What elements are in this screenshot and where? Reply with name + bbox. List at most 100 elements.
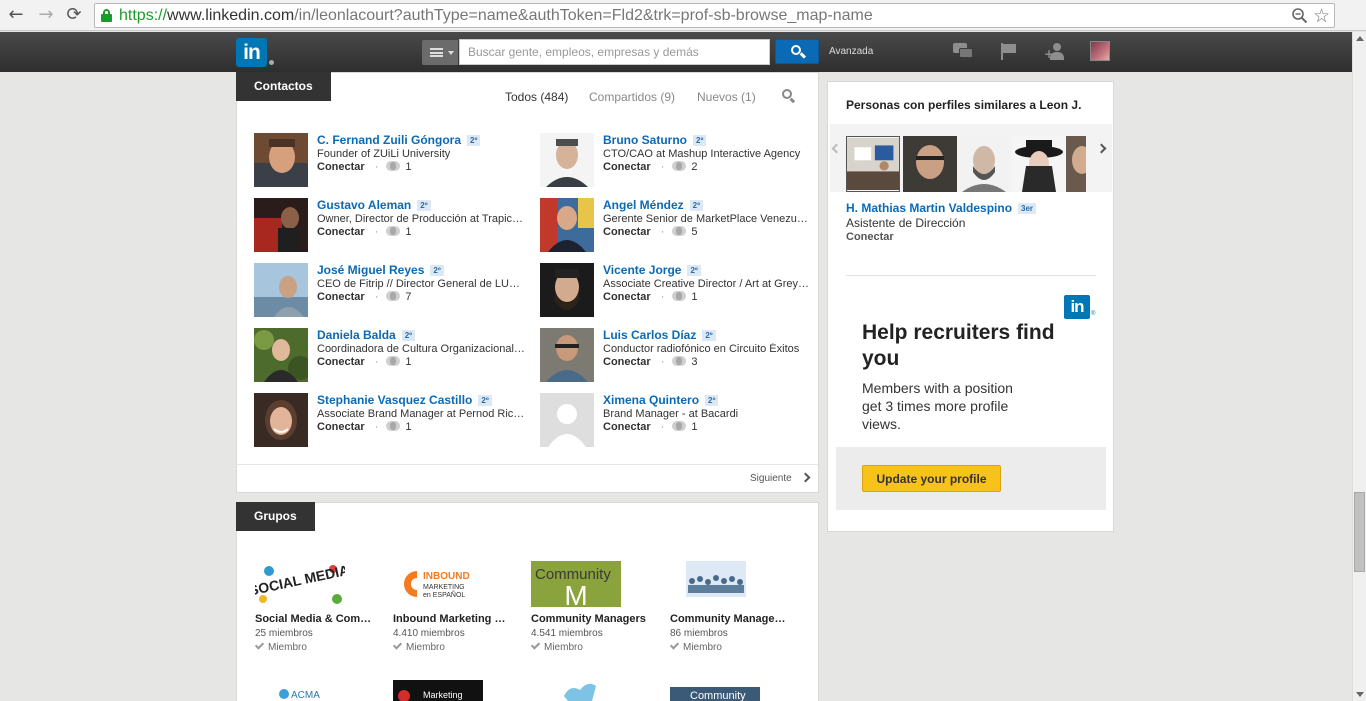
group-logo[interactable]: SOCIAL MEDIA — [255, 561, 345, 607]
connect-link[interactable]: Conectar — [603, 226, 651, 238]
shared-count[interactable]: 1 — [405, 421, 411, 433]
browser-toolbar: ← → ⟳ https://www.linkedin.com/in/leonla… — [0, 0, 1366, 31]
filter-shared[interactable]: Compartidos (9) — [589, 90, 675, 104]
shared-count[interactable]: 7 — [405, 291, 411, 303]
contacts-search-icon[interactable] — [782, 89, 796, 103]
notifications-flag-icon[interactable] — [1000, 43, 1018, 61]
default-avatar-icon[interactable] — [540, 393, 594, 447]
contact-name[interactable]: Ximena Quintero 2º — [603, 393, 719, 407]
contact-name[interactable]: C. Fernand Zuili Góngora 2º — [317, 133, 481, 147]
carousel-prev-icon[interactable] — [831, 143, 842, 154]
svg-text:en ESPAÑOL: en ESPAÑOL — [423, 590, 465, 599]
shared-count[interactable]: 3 — [691, 356, 697, 368]
scroll-thumb[interactable] — [1354, 492, 1365, 572]
search-category-dropdown[interactable] — [422, 40, 458, 65]
contact-name[interactable]: Luis Carlos Díaz 2º — [603, 328, 716, 342]
connect-link[interactable]: Conectar — [603, 356, 651, 368]
contact-name[interactable]: Vicente Jorge 2º — [603, 263, 701, 277]
page-scrollbar[interactable] — [1352, 32, 1366, 701]
connect-link[interactable]: Conectar — [603, 421, 651, 433]
contact-photo[interactable] — [540, 133, 594, 187]
scroll-up-arrow-icon[interactable] — [1356, 36, 1364, 41]
contact-photo[interactable] — [254, 328, 308, 382]
group-name[interactable]: Inbound Marketing en Español — [393, 613, 511, 625]
group-logo[interactable]: INBOUND MARKETINGen ESPAÑOL — [393, 561, 483, 607]
contact-headline: CEO de Fitrip // Director General de LUM… — [317, 278, 525, 290]
shared-connections-icon — [386, 356, 401, 366]
contact-photo[interactable] — [254, 393, 308, 447]
svg-text:ACMA: ACMA — [291, 690, 320, 701]
add-connections-icon[interactable]: + — [1044, 43, 1066, 61]
bookmark-star-icon[interactable]: ☆ — [1313, 5, 1330, 27]
linkedin-logo[interactable]: in — [236, 38, 267, 67]
group-name[interactable]: Community Managers — [531, 613, 649, 625]
filter-all[interactable]: Todos (484) — [505, 90, 568, 104]
next-page-link[interactable]: Siguiente — [750, 473, 792, 484]
group-name[interactable]: Community Managers Venezuela — [670, 613, 788, 625]
similar-profile-thumb[interactable] — [903, 136, 957, 192]
filter-new[interactable]: Nuevos (1) — [697, 90, 756, 104]
ad-body: Members with a position get 3 times more… — [862, 380, 1013, 432]
shared-count[interactable]: 1 — [405, 356, 411, 368]
contact-photo[interactable] — [254, 198, 308, 252]
connect-link[interactable]: Conectar — [317, 291, 365, 303]
zoom-icon[interactable] — [1291, 7, 1308, 24]
contact-photo[interactable] — [540, 263, 594, 317]
contact-photo[interactable] — [254, 133, 308, 187]
shared-count[interactable]: 1 — [405, 226, 411, 238]
messages-icon[interactable] — [953, 43, 973, 59]
contact-photo[interactable] — [540, 198, 594, 252]
search-input[interactable] — [459, 39, 770, 65]
connect-link[interactable]: Conectar — [317, 421, 365, 433]
profile-avatar[interactable] — [1090, 41, 1110, 61]
shared-count[interactable]: 1 — [691, 421, 697, 433]
group-logo[interactable]: ACMA — [270, 684, 330, 701]
similar-profile-thumb[interactable] — [958, 136, 1012, 192]
similar-profile-thumb[interactable] — [846, 136, 900, 192]
similar-profile-thumb[interactable] — [1066, 136, 1086, 192]
contact-name[interactable]: Gustavo Aleman 2º — [317, 198, 431, 212]
contact-name[interactable]: Bruno Saturno 2º — [603, 133, 707, 147]
update-profile-button[interactable]: Update your profile — [862, 465, 1001, 492]
scroll-down-arrow-icon[interactable] — [1356, 692, 1364, 697]
connect-link[interactable]: Conectar — [603, 161, 651, 173]
contact-card: Daniela Balda 2º Coordinadora de Cultura … — [254, 328, 534, 384]
contact-photo[interactable] — [254, 263, 308, 317]
group-logo[interactable]: Marketing — [393, 680, 483, 701]
contact-headline: Brand Manager - at Bacardi — [603, 408, 739, 420]
similar-profile-name[interactable]: H. Mathias Martin Valdespino 3er — [846, 201, 1037, 215]
address-bar[interactable]: https://www.linkedin.com/in/leonlacourt?… — [94, 3, 1335, 28]
shared-count[interactable]: 2 — [691, 161, 697, 173]
contact-photo[interactable] — [540, 328, 594, 382]
connect-link[interactable]: Conectar — [317, 356, 365, 368]
group-logo[interactable] — [560, 680, 598, 701]
shared-connections-icon — [386, 161, 401, 171]
reload-icon[interactable]: ⟳ — [64, 5, 84, 25]
url-text[interactable]: https://www.linkedin.com/in/leonlacourt?… — [119, 7, 873, 25]
group-logo[interactable]: Community — [670, 687, 760, 701]
back-arrow-icon[interactable]: ← — [6, 5, 26, 25]
carousel-next-icon[interactable] — [1096, 143, 1107, 154]
similar-connect-link[interactable]: Conectar — [846, 231, 894, 243]
contact-actions: Conectar · 7 — [317, 291, 412, 303]
contact-name[interactable]: Angel Méndez 2º — [603, 198, 704, 212]
contact-name[interactable]: Stephanie Vasquez Castillo 2º — [317, 393, 492, 407]
group-name[interactable]: Social Media & Community Managers — [255, 613, 373, 625]
shared-connections-icon — [386, 291, 401, 301]
shared-connections-icon — [672, 356, 687, 366]
forward-arrow-icon[interactable]: → — [36, 5, 56, 25]
group-logo[interactable] — [670, 561, 760, 607]
contact-name[interactable]: José Miguel Reyes 2º — [317, 263, 444, 277]
shared-count[interactable]: 5 — [691, 226, 697, 238]
contact-name[interactable]: Daniela Balda 2º — [317, 328, 416, 342]
connect-link[interactable]: Conectar — [317, 226, 365, 238]
advanced-search-link[interactable]: Avanzada — [829, 46, 873, 57]
connect-link[interactable]: Conectar — [317, 161, 365, 173]
contact-actions: Conectar · 5 — [603, 226, 698, 238]
shared-count[interactable]: 1 — [405, 161, 411, 173]
search-button[interactable] — [775, 39, 819, 64]
shared-count[interactable]: 1 — [691, 291, 697, 303]
group-logo[interactable]: CommunityM — [531, 561, 621, 607]
similar-profile-thumb[interactable] — [1012, 136, 1066, 192]
connect-link[interactable]: Conectar — [603, 291, 651, 303]
